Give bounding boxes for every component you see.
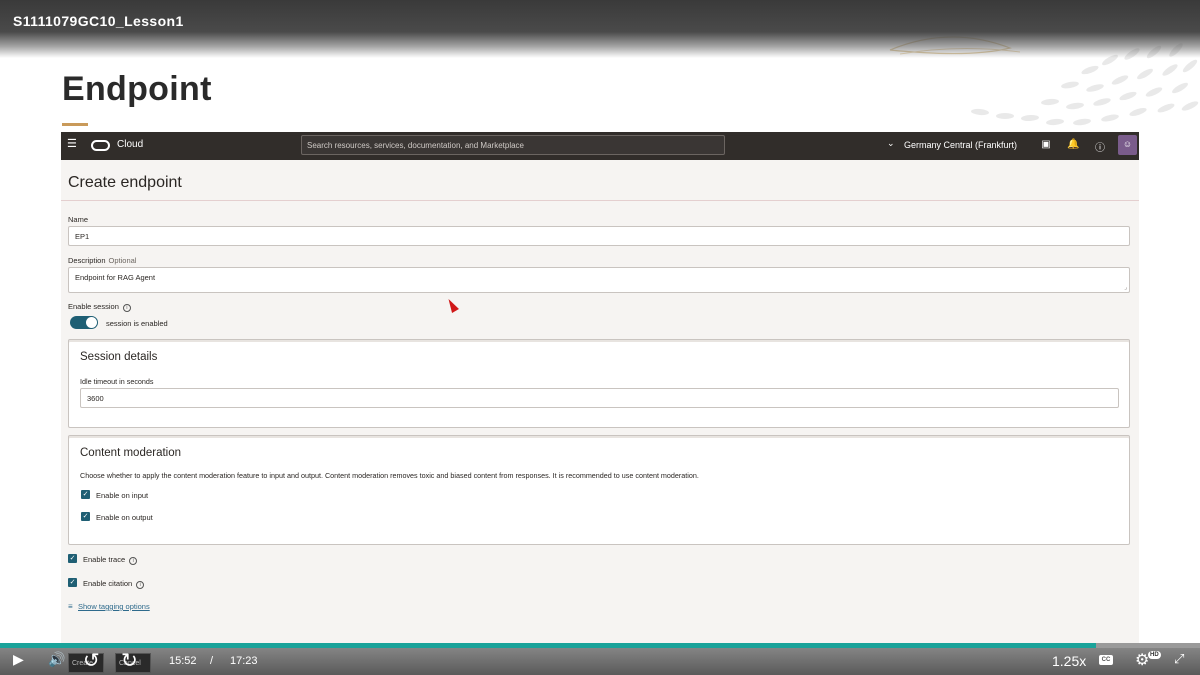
enable-session-text: Enable session (68, 302, 119, 311)
chevron-down-icon[interactable]: ⌄ (887, 138, 895, 149)
oci-top-nav: ☰ Cloud Search resources, services, docu… (61, 132, 1139, 160)
enable-output-label: Enable on output (96, 513, 153, 522)
toggle-knob (86, 317, 97, 328)
idle-timeout-field[interactable]: 3600 (80, 388, 1119, 408)
heading-divider (61, 200, 1139, 201)
console-screenshot: ☰ Cloud Search resources, services, docu… (61, 132, 1139, 646)
captions-icon[interactable]: CC (1099, 655, 1113, 665)
enable-trace-text: Enable trace (83, 555, 126, 564)
enable-input-label: Enable on input (96, 491, 149, 500)
content-moderation-description: Choose whether to apply the content mode… (80, 471, 699, 480)
resize-handle-icon[interactable]: ⌟ (1124, 284, 1127, 291)
description-label: Description Optional (68, 256, 136, 265)
session-toggle-text: session is enabled (106, 319, 168, 328)
info-icon[interactable]: i (122, 304, 131, 312)
idle-timeout-label: Idle timeout in seconds (80, 377, 154, 386)
name-field[interactable]: EP1 (68, 226, 1130, 246)
help-icon[interactable]: ⓘ (1094, 139, 1106, 154)
current-time: 15:52 (169, 655, 197, 667)
forward-icon[interactable]: ↻ (121, 648, 138, 673)
show-tagging-options-link[interactable]: Show tagging options (78, 602, 150, 611)
user-icon[interactable]: ☺ (1118, 135, 1137, 155)
description-value: Endpoint for RAG Agent (75, 273, 156, 282)
console-search-input[interactable]: Search resources, services, documentatio… (301, 135, 725, 155)
region-selector[interactable]: Germany Central (Frankfurt) (904, 140, 1017, 150)
page-title: Create endpoint (68, 174, 182, 191)
video-progress-fill (0, 643, 1096, 648)
video-progress-bar[interactable] (0, 643, 1200, 648)
session-toggle[interactable] (70, 316, 98, 329)
enable-input-checkbox[interactable]: ✓ (81, 490, 90, 499)
slide-title-underline (62, 123, 88, 126)
session-details-title: Session details (80, 351, 158, 363)
tag-options-icon[interactable]: ≡ (68, 602, 73, 611)
enable-citation-text: Enable citation (83, 579, 133, 588)
description-label-text: Description (68, 256, 106, 265)
enable-citation-label: Enable citation i (83, 579, 145, 589)
enable-trace-checkbox[interactable]: ✓ (68, 554, 77, 563)
playback-speed-button[interactable]: 1.25x (1052, 653, 1086, 669)
slide-title: Endpoint (62, 70, 212, 108)
info-icon[interactable]: i (129, 557, 138, 565)
enable-citation-checkbox[interactable]: ✓ (68, 578, 77, 587)
content-moderation-panel: Content moderation Choose whether to app… (68, 435, 1130, 545)
menu-icon[interactable]: ☰ (67, 139, 77, 150)
bell-icon[interactable]: 🔔 (1067, 139, 1079, 150)
enable-session-label: Enable session i (68, 302, 131, 312)
video-title: S1111079GC10_Lesson1 (13, 13, 184, 29)
time-separator: / (210, 655, 214, 667)
hd-badge: HD (1148, 651, 1161, 659)
enable-trace-label: Enable trace i (83, 555, 138, 565)
content-moderation-title: Content moderation (80, 447, 182, 459)
video-frame: S1111079GC10_Lesson1 Endpoint ☰ Cloud Se… (0, 0, 1200, 675)
exit-fullscreen-icon[interactable]: ⤢ (1174, 651, 1184, 667)
info-icon[interactable]: i (136, 581, 145, 589)
play-icon[interactable]: ▶ (13, 651, 24, 668)
duration: 17:23 (230, 655, 258, 667)
session-details-panel: Session details Idle timeout in seconds … (68, 339, 1130, 428)
oracle-logo-icon[interactable] (91, 140, 110, 151)
rewind-icon[interactable]: ↺ (83, 648, 100, 673)
cloud-shell-icon[interactable]: ▣ (1040, 139, 1052, 150)
volume-icon[interactable]: 🔊 (48, 651, 65, 668)
brand-label[interactable]: Cloud (117, 139, 143, 150)
optional-hint: Optional (108, 256, 137, 265)
enable-output-checkbox[interactable]: ✓ (81, 512, 90, 521)
video-title-bar: S1111079GC10_Lesson1 (0, 0, 1200, 58)
name-label: Name (68, 215, 89, 224)
description-field[interactable]: Endpoint for RAG Agent ⌟ (68, 267, 1130, 293)
